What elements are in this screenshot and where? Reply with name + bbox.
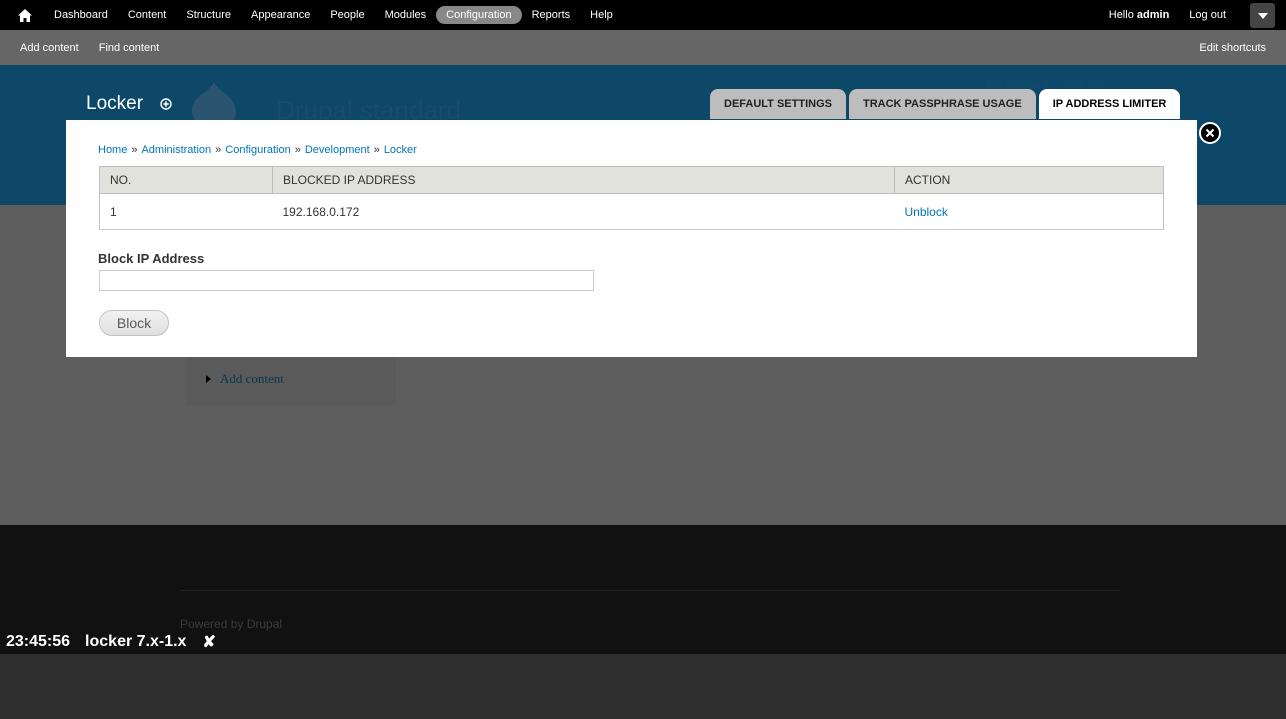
- breadcrumb-development[interactable]: Development: [305, 144, 370, 156]
- toolbar-menu: Dashboard Content Structure Appearance P…: [44, 0, 623, 30]
- block-ip-label: Block IP Address: [98, 251, 205, 266]
- breadcrumb: Home» Administration» Configuration» Develo…: [98, 144, 417, 156]
- toolbar-item-help[interactable]: Help: [580, 6, 623, 24]
- toolbar-logout-link[interactable]: Log out: [1189, 9, 1226, 21]
- admin-toolbar: Dashboard Content Structure Appearance P…: [0, 0, 1286, 30]
- row-number: 1: [99, 193, 273, 230]
- powered-by-drupal-link[interactable]: Drupal: [247, 617, 282, 631]
- toolbar-item-structure[interactable]: Structure: [176, 6, 241, 24]
- shortcuts-bar: Add content Find content Edit shortcuts: [0, 30, 1286, 65]
- close-overlay-icon[interactable]: [1199, 122, 1221, 144]
- close-status-icon[interactable]: ✘: [202, 632, 215, 652]
- toolbar-item-appearance[interactable]: Appearance: [241, 6, 320, 24]
- collapsed-triangle-icon: [206, 375, 211, 383]
- toolbar-item-dashboard[interactable]: Dashboard: [44, 6, 118, 24]
- page-tabs: DEFAULT SETTINGS TRACK PASSPHRASE USAGE …: [710, 89, 1183, 119]
- navigation-block: Add content: [186, 357, 396, 405]
- shortcut-links: Add content Find content: [10, 30, 169, 65]
- toolbar-item-people[interactable]: People: [320, 6, 374, 24]
- table-row: 1 192.168.0.172 Unblock: [99, 193, 1164, 230]
- column-header-blocked-ip: BLOCKED IP ADDRESS: [272, 166, 895, 194]
- breadcrumb-separator: »: [373, 144, 380, 156]
- nav-item-add-content[interactable]: Add content: [206, 371, 284, 387]
- greeting-prefix: Hello: [1108, 9, 1134, 21]
- row-ip-address: 192.168.0.172: [272, 193, 895, 230]
- tab-ip-address-limiter[interactable]: IP ADDRESS LIMITER: [1038, 89, 1181, 119]
- toolbar-item-configuration[interactable]: Configuration: [436, 6, 522, 24]
- block-button[interactable]: Block: [99, 310, 169, 336]
- footer-divider: [180, 590, 1120, 591]
- toolbar-user: Hello admin Log out: [1109, 0, 1226, 30]
- blocked-ip-table: NO. BLOCKED IP ADDRESS ACTION 1 192.168.…: [99, 166, 1164, 230]
- breadcrumb-separator: »: [131, 144, 138, 156]
- overlay-dialog: Home» Administration» Configuration» Develo…: [66, 120, 1197, 357]
- page-bottom: [0, 654, 1286, 719]
- column-header-action: ACTION: [894, 166, 1164, 194]
- powered-by: Powered by Drupal: [180, 617, 282, 631]
- toolbar-item-modules[interactable]: Modules: [375, 6, 437, 24]
- add-shortcut-icon[interactable]: [160, 98, 172, 110]
- toolbar-item-reports[interactable]: Reports: [522, 6, 581, 24]
- version-label: locker 7.x-1.x: [85, 633, 187, 650]
- edit-shortcuts-link[interactable]: Edit shortcuts: [1199, 30, 1266, 65]
- breadcrumb-home[interactable]: Home: [98, 144, 127, 156]
- toolbar-item-content[interactable]: Content: [118, 6, 177, 24]
- tab-track-passphrase-usage[interactable]: TRACK PASSPHRASE USAGE: [848, 89, 1036, 119]
- user-greeting: Hello admin: [1109, 9, 1170, 21]
- breadcrumb-locker[interactable]: Locker: [384, 144, 417, 156]
- home-icon[interactable]: [14, 6, 36, 24]
- shortcut-find-content[interactable]: Find content: [89, 42, 170, 54]
- page-title: Locker: [86, 93, 144, 114]
- column-header-no: NO.: [99, 166, 273, 194]
- status-bar: 23:45:56 locker 7.x-1.x ✘: [6, 632, 216, 652]
- clock-time: 23:45:56: [6, 633, 71, 650]
- breadcrumb-separator: »: [294, 144, 301, 156]
- breadcrumb-administration[interactable]: Administration: [141, 144, 211, 156]
- shortcuts-toggle-icon[interactable]: [1250, 3, 1275, 28]
- user-name[interactable]: admin: [1137, 9, 1169, 21]
- shortcut-add-content[interactable]: Add content: [10, 42, 89, 54]
- powered-by-prefix: Powered by: [180, 617, 244, 631]
- table-header-row: NO. BLOCKED IP ADDRESS ACTION: [99, 166, 1164, 194]
- breadcrumb-separator: »: [215, 144, 222, 156]
- row-action: Unblock: [894, 193, 1164, 230]
- block-ip-input[interactable]: [99, 270, 594, 291]
- unblock-link[interactable]: Unblock: [905, 205, 948, 219]
- nav-item-label: Add content: [220, 371, 284, 386]
- tab-default-settings[interactable]: DEFAULT SETTINGS: [710, 89, 846, 119]
- breadcrumb-configuration[interactable]: Configuration: [225, 144, 290, 156]
